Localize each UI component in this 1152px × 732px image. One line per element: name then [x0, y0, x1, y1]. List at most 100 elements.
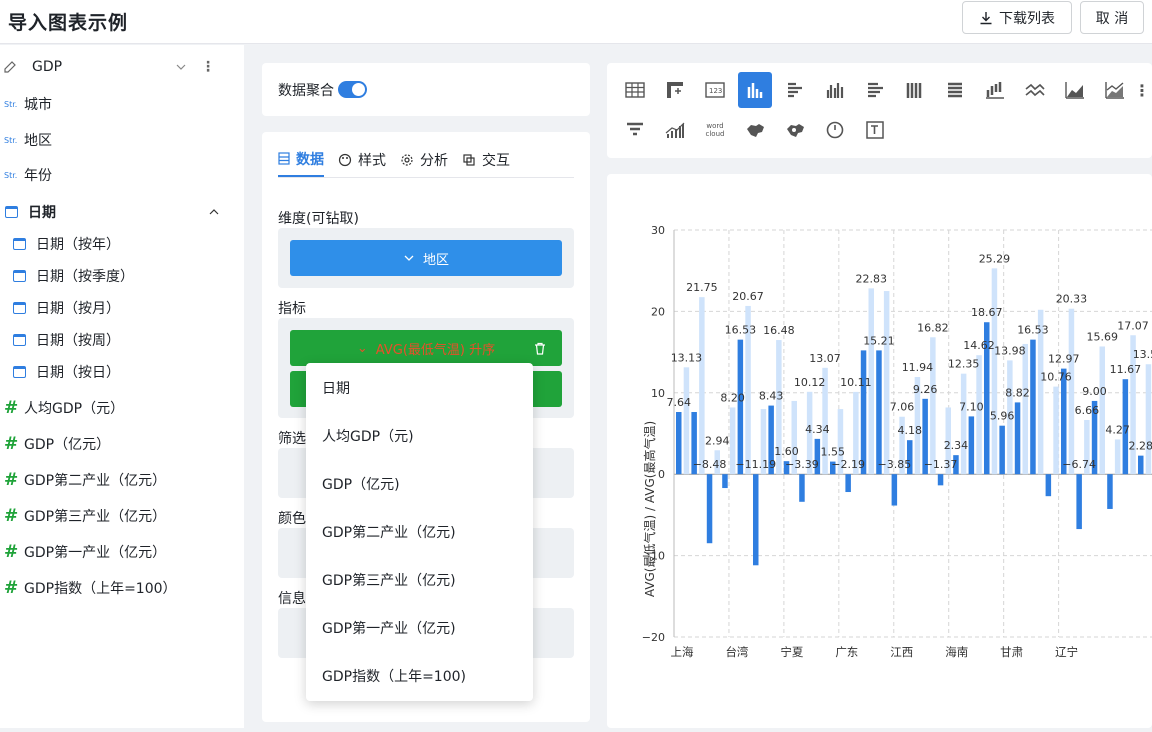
china-map-icon[interactable] — [738, 112, 772, 148]
tab-analysis[interactable]: 分析 — [400, 142, 448, 177]
stacked-horizontal-bar-icon[interactable] — [858, 72, 892, 108]
dimension-pill[interactable]: 地区 — [290, 240, 562, 276]
china-bubble-map-icon[interactable] — [778, 112, 812, 148]
bar-chart-icon[interactable] — [738, 72, 772, 108]
calendar-icon — [5, 206, 18, 218]
field-item-city[interactable]: Str. 城市 — [0, 89, 52, 119]
bar-min-temp — [707, 474, 713, 543]
area-icon[interactable] — [1058, 72, 1092, 108]
word-cloud-icon[interactable]: word cloud — [698, 112, 732, 148]
bar-max-temp — [961, 374, 967, 475]
data-label: 6.66 — [1075, 404, 1100, 417]
dropdown-item[interactable]: GDP指数（上年=100) — [322, 666, 466, 686]
cancel-button[interactable]: 取 消 — [1080, 1, 1144, 34]
chevron-up-icon[interactable] — [208, 206, 220, 218]
data-label: 13.13 — [671, 351, 703, 364]
bar-min-temp — [753, 474, 759, 565]
waterfall-icon[interactable] — [978, 72, 1012, 108]
gauge-icon[interactable] — [818, 112, 852, 148]
str-icon: Str. — [4, 100, 24, 109]
dataset-selector[interactable]: GDP ⋮ — [0, 53, 244, 81]
field-label: 日期（按日） — [36, 362, 120, 382]
dropdown-item[interactable]: 日期 — [322, 378, 350, 398]
data-label: 14.62 — [963, 339, 995, 352]
tab-style[interactable]: 样式 — [338, 142, 386, 177]
tab-data[interactable]: 数据 — [278, 142, 324, 177]
data-label: 20.67 — [732, 290, 764, 303]
text-icon[interactable] — [858, 112, 892, 148]
stacked-bar-icon[interactable] — [898, 72, 932, 108]
edit-icon[interactable] — [3, 60, 17, 74]
metric-label: 指标 — [278, 298, 306, 318]
field-item-date-day[interactable]: 日期（按日） — [0, 357, 120, 387]
field-item-gdp[interactable]: # GDP（亿元） — [0, 429, 110, 459]
calendar-icon — [13, 334, 26, 346]
field-label: 年份 — [24, 165, 52, 185]
bar-min-temp — [722, 474, 728, 488]
data-label: 2.34 — [944, 439, 969, 452]
field-item-year[interactable]: Str. 年份 — [0, 160, 52, 190]
field-item-gdp-primary[interactable]: # GDP第一产业（亿元） — [0, 537, 166, 567]
field-item-gdp-per-capita[interactable]: # 人均GDP（元） — [0, 393, 124, 423]
download-list-button[interactable]: 下载列表 — [962, 1, 1072, 34]
field-item-date-month[interactable]: 日期（按月） — [0, 293, 120, 323]
bar-max-temp — [1100, 346, 1106, 474]
data-label: 1.60 — [774, 445, 799, 458]
grouped-bar-icon[interactable] — [818, 72, 852, 108]
funnel-icon[interactable] — [618, 112, 652, 148]
dropdown-item[interactable]: GDP（亿元) — [322, 474, 400, 494]
data-label: −8.48 — [693, 458, 727, 471]
bar-max-temp — [976, 355, 982, 474]
chevron-down-icon[interactable] — [175, 61, 187, 73]
dropdown-item[interactable]: GDP第二产业（亿元) — [322, 522, 456, 542]
table-icon[interactable] — [618, 72, 652, 108]
kpi-card-icon[interactable]: 123 — [698, 72, 732, 108]
field-item-gdp-tertiary[interactable]: # GDP第三产业（亿元） — [0, 501, 166, 531]
data-label: 17.07 — [1117, 319, 1149, 332]
data-label: 18.67 — [971, 306, 1003, 319]
metric-pill[interactable]: ⌄ AVG(最低气温) 升序 — [290, 330, 562, 366]
hash-icon: # — [4, 542, 24, 562]
aggregate-toggle[interactable] — [338, 81, 367, 98]
field-item-date-week[interactable]: 日期（按周） — [0, 325, 120, 355]
more-icon[interactable]: ⋮ — [1132, 72, 1152, 108]
line-icon[interactable] — [1018, 72, 1052, 108]
stacked-area-icon[interactable] — [1098, 72, 1132, 108]
dropdown-item[interactable]: GDP第三产业（亿元) — [322, 570, 456, 590]
data-label: 13.07 — [809, 352, 841, 365]
hash-icon: # — [4, 506, 24, 526]
field-item-region[interactable]: Str. 地区 — [0, 125, 52, 155]
field-item-gdp-index[interactable]: # GDP指数（上年=100） — [0, 573, 177, 603]
calendar-icon — [13, 270, 26, 282]
pivot-table-icon[interactable] — [658, 72, 692, 108]
dropdown-item[interactable]: GDP第一产业（亿元) — [322, 618, 456, 638]
field-item-date-year[interactable]: 日期（按年） — [0, 229, 120, 259]
interaction-icon — [462, 153, 476, 167]
filter-label: 筛选 — [278, 428, 306, 448]
bar-max-temp — [684, 367, 690, 474]
combo-chart-icon[interactable] — [658, 112, 692, 148]
bar-max-temp — [1146, 364, 1152, 474]
more-vertical-icon[interactable]: ⋮ — [201, 59, 215, 75]
data-label: −3.85 — [877, 458, 911, 471]
tab-interaction[interactable]: 交互 — [462, 142, 510, 177]
str-icon: Str. — [4, 171, 24, 180]
data-label: 1.55 — [821, 446, 846, 459]
field-panel: GDP ⋮ Str. 城市 Str. 地区 Str. 年份 日期 日期（按年） … — [0, 45, 244, 728]
data-label: 20.33 — [1056, 293, 1088, 306]
data-label: 21.75 — [686, 281, 718, 294]
palette-icon — [338, 153, 352, 167]
dataset-name: GDP — [32, 59, 172, 75]
field-group-date[interactable]: 日期 — [0, 197, 240, 227]
field-item-gdp-secondary[interactable]: # GDP第二产业（亿元） — [0, 465, 166, 495]
horizontal-bar-icon[interactable] — [778, 72, 812, 108]
field-label: 城市 — [24, 94, 52, 114]
field-item-date-quarter[interactable]: 日期（按季度） — [0, 261, 134, 291]
trash-icon[interactable] — [534, 342, 546, 355]
dropdown-item[interactable]: 人均GDP（元) — [322, 426, 414, 446]
percent-bar-icon[interactable] — [938, 72, 972, 108]
bar-min-temp — [1076, 474, 1082, 529]
bar-min-temp — [892, 474, 898, 505]
chart-type-picker: 123 ⋮ word cloud — [607, 63, 1152, 158]
cancel-label: 取 消 — [1096, 8, 1128, 28]
